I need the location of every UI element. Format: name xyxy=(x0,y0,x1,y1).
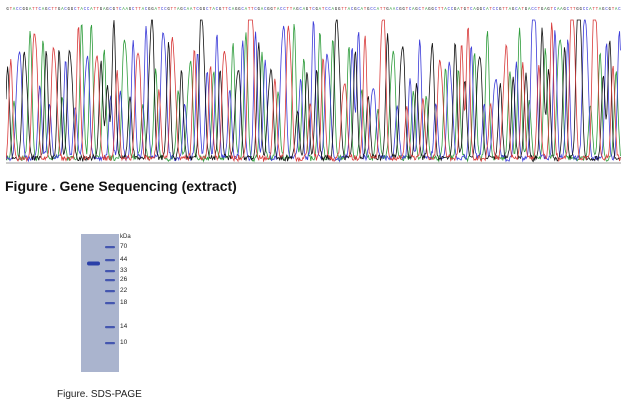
kda-unit-label: kDa xyxy=(120,234,131,240)
chromatogram-svg: GTACCGGATTCAGCTTGACGGCTACCATTGAGCGTCAAGC… xyxy=(6,8,621,164)
base-call-strip: GTACCGGATTCAGCTTGACGGCTACCATTGAGCGTCAAGC… xyxy=(6,8,621,12)
marker-label-18: 18 xyxy=(120,299,128,306)
sample-band xyxy=(87,261,100,266)
marker-label-10: 10 xyxy=(120,339,128,346)
marker-label-33: 33 xyxy=(120,267,128,274)
ladder-band-14 xyxy=(105,326,115,329)
base-call-letter: C xyxy=(618,8,621,12)
marker-label-26: 26 xyxy=(120,276,128,283)
ladder-band-10 xyxy=(105,342,115,345)
marker-label-44: 44 xyxy=(120,256,128,263)
sds-page-gel-panel: kDa 70 44 33 26 22 18 14 10 xyxy=(81,234,133,372)
ladder-band-18 xyxy=(105,302,115,305)
ladder-band-70 xyxy=(105,246,115,249)
sequencing-chromatogram: GTACCGGATTCAGCTTGACGGCTACCATTGAGCGTCAAGC… xyxy=(6,2,621,166)
gel-image xyxy=(81,234,119,372)
ladder-band-44 xyxy=(105,259,115,262)
ladder-band-33 xyxy=(105,270,115,273)
gel-bands-svg xyxy=(87,246,115,345)
ladder-band-26 xyxy=(105,279,115,282)
figure-1-caption: Figure . Gene Sequencing (extract) xyxy=(5,178,237,194)
figure-2-caption: Figure. SDS-PAGE xyxy=(57,389,142,400)
ladder-band-22 xyxy=(105,290,115,293)
marker-label-14: 14 xyxy=(120,323,128,330)
trace-T xyxy=(6,19,621,163)
marker-label-70: 70 xyxy=(120,243,128,250)
marker-label-22: 22 xyxy=(120,287,128,294)
